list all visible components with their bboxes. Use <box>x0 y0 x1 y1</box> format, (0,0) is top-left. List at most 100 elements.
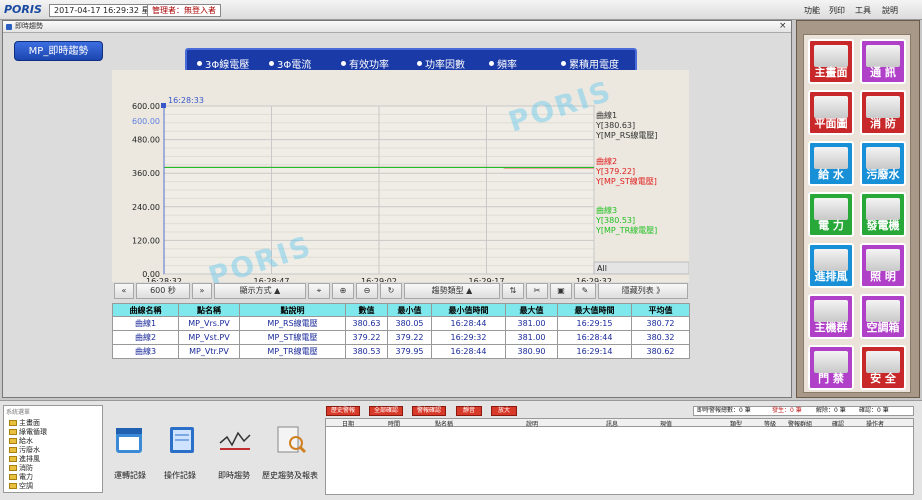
table-cell: 381.00 <box>505 330 558 345</box>
app-logo: PORIS <box>4 3 42 16</box>
nav-button[interactable]: 安 全 <box>860 345 906 390</box>
nav-button-label: 電 力 <box>818 219 844 232</box>
history-report-label[interactable]: 歷史趨勢及報表 <box>262 470 318 481</box>
system-nav-grid: 主畫面 通 訊平面圖 消 防給 水 污廢水電 力 發電機 進排風 照 明主機群 空調箱門 禁 安… <box>803 34 911 393</box>
table-cell: 曲線2 <box>112 330 179 345</box>
table-cell: 379.22 <box>387 330 432 345</box>
table-row[interactable]: 曲線3 MP_Vtr.PV MP_TR線電壓 380.53 379.95 16:28:44… <box>112 344 690 359</box>
window-title: 即時趨勢 <box>15 22 43 30</box>
nav-button[interactable]: 給 水 <box>808 141 854 186</box>
table-cell: 16:28:44 <box>431 316 506 331</box>
cursor-value-label: 600.00 <box>132 117 160 126</box>
enlarge-button[interactable]: 放大 <box>491 406 517 416</box>
col-point-name: 點名稱 <box>178 303 240 317</box>
all-legend-box[interactable] <box>593 261 689 275</box>
nav-button[interactable]: 照 明 <box>860 243 906 288</box>
table-cell: 380.72 <box>631 316 690 331</box>
radio-icon <box>341 61 346 66</box>
radio-selected-icon <box>197 61 202 66</box>
realtime-trend-label[interactable]: 即時趨勢 <box>218 470 250 481</box>
tab-frequency[interactable]: 頻率 <box>489 56 517 71</box>
page-title: MP_即時趨勢 <box>14 41 103 61</box>
zoom-out-icon[interactable]: ⊖ <box>356 283 378 299</box>
realtime-trend-icon[interactable] <box>218 425 252 455</box>
nav-button[interactable]: 空調箱 <box>860 294 906 339</box>
menu-help[interactable]: 說明 <box>882 5 898 16</box>
nav-button-label: 門 禁 <box>818 372 844 385</box>
pointer-icon[interactable]: ⌖ <box>308 283 330 299</box>
tab-cumulative-energy[interactable]: 累積用電度 <box>561 56 619 71</box>
table-cell: 16:29:14 <box>557 344 632 359</box>
col-min-time: 最小值時間 <box>431 303 506 317</box>
zoom-in-icon[interactable]: ⊕ <box>332 283 354 299</box>
nav-button[interactable]: 發電機 <box>860 192 906 237</box>
history-alarm-button[interactable]: 歷史警報 <box>326 406 360 416</box>
nav-button-label: 安 全 <box>870 372 896 385</box>
action-log-icon[interactable] <box>165 425 199 455</box>
table-cell: MP_Vst.PV <box>178 330 240 345</box>
hide-list-button[interactable]: 隱藏列表 》 <box>598 283 688 299</box>
scissors-icon[interactable]: ✂ <box>526 283 548 299</box>
nav-button[interactable]: 門 禁 <box>808 345 854 390</box>
x-tick-label: 16:29:02 <box>361 277 397 282</box>
x-tick-label: 16:29:32 <box>576 277 612 282</box>
alarm-table-body[interactable] <box>325 427 914 495</box>
interval-select[interactable]: 600 秒 <box>136 283 190 299</box>
table-cell: 380.32 <box>631 330 690 345</box>
menu-tools[interactable]: 工具 <box>855 5 871 16</box>
nav-button[interactable]: 消 防 <box>860 90 906 135</box>
table-row[interactable]: 曲線1 MP_Vrs.PV MP_RS線電壓 380.63 380.05 16:28:44… <box>112 316 690 331</box>
col-max-time: 最大值時間 <box>557 303 632 317</box>
display-mode-dropdown[interactable]: 顯示方式 ▲ <box>214 283 306 299</box>
mute-button[interactable]: 靜音 <box>456 406 482 416</box>
nav-button-label: 主畫面 <box>814 66 848 79</box>
nav-button[interactable]: 電 力 <box>808 192 854 237</box>
confirm-all-button[interactable]: 全部確認 <box>369 406 403 416</box>
operation-log-label[interactable]: 運轉記錄 <box>114 470 146 481</box>
alarm-confirm-button[interactable]: 警報確認 <box>412 406 446 416</box>
save-icon[interactable]: ▣ <box>550 283 572 299</box>
nav-button[interactable]: 污廢水 <box>860 141 906 186</box>
legend-entry: Y[MP_TR線電壓] <box>595 225 657 235</box>
y-tick-labels: 0.00120.00240.00360.00480.00600.00 <box>132 102 160 279</box>
radio-icon <box>269 61 274 66</box>
tab-3phase-line-voltage[interactable]: 3Φ線電壓 <box>197 56 249 71</box>
manager-display: 管理者：無登入者 <box>147 4 221 17</box>
tab-3phase-current[interactable]: 3Φ電流 <box>269 56 311 71</box>
palette-icon[interactable]: ✎ <box>574 283 596 299</box>
operation-log-icon[interactable] <box>113 425 147 455</box>
menu-print[interactable]: 列印 <box>829 5 845 16</box>
tree-item-hvac[interactable]: 空調 <box>9 481 33 491</box>
tab-active-power[interactable]: 有效功率 <box>341 56 389 71</box>
folder-icon <box>9 465 17 471</box>
nav-button-label: 空調箱 <box>866 321 900 334</box>
action-log-label[interactable]: 操作記錄 <box>164 470 196 481</box>
radio-icon <box>489 61 494 66</box>
sort-icon[interactable]: ⇅ <box>502 283 524 299</box>
tab-power-factor[interactable]: 功率因數 <box>417 56 465 71</box>
trend-type-dropdown[interactable]: 趨勢類型 ▲ <box>404 283 500 299</box>
nav-button[interactable]: 平面圖 <box>808 90 854 135</box>
alarm-status-bar: 即時警報總數：0 筆 發生：0 筆 解除：0 筆 確認：0 筆 <box>693 406 914 416</box>
table-row[interactable]: 曲線2 MP_Vst.PV MP_ST線電壓 379.22 379.22 16:29:32… <box>112 330 690 345</box>
history-report-icon[interactable] <box>274 425 308 455</box>
alarm-total: 即時警報總數：0 筆 <box>697 407 751 414</box>
table-cell: MP_Vtr.PV <box>178 344 240 359</box>
table-cell: 380.53 <box>345 344 388 359</box>
table-cell: 380.62 <box>631 344 690 359</box>
nav-button[interactable]: 主機群 <box>808 294 854 339</box>
nav-button[interactable]: 通 訊 <box>860 39 906 84</box>
y-tick-label: 120.00 <box>132 236 160 245</box>
tree-title: 系統選單 <box>6 409 31 416</box>
nav-button[interactable]: 主畫面 <box>808 39 854 84</box>
menu-function[interactable]: 功能 <box>804 5 820 16</box>
table-cell: MP_Vrs.PV <box>178 316 240 331</box>
rewind-icon[interactable]: « <box>114 283 134 299</box>
window-close-button[interactable]: × <box>779 21 787 31</box>
forward-icon[interactable]: » <box>192 283 212 299</box>
table-cell: 16:29:32 <box>431 330 506 345</box>
folder-icon <box>9 456 17 462</box>
refresh-icon[interactable]: ↻ <box>380 283 402 299</box>
nav-button[interactable]: 進排風 <box>808 243 854 288</box>
cursor-handle[interactable] <box>161 103 166 108</box>
